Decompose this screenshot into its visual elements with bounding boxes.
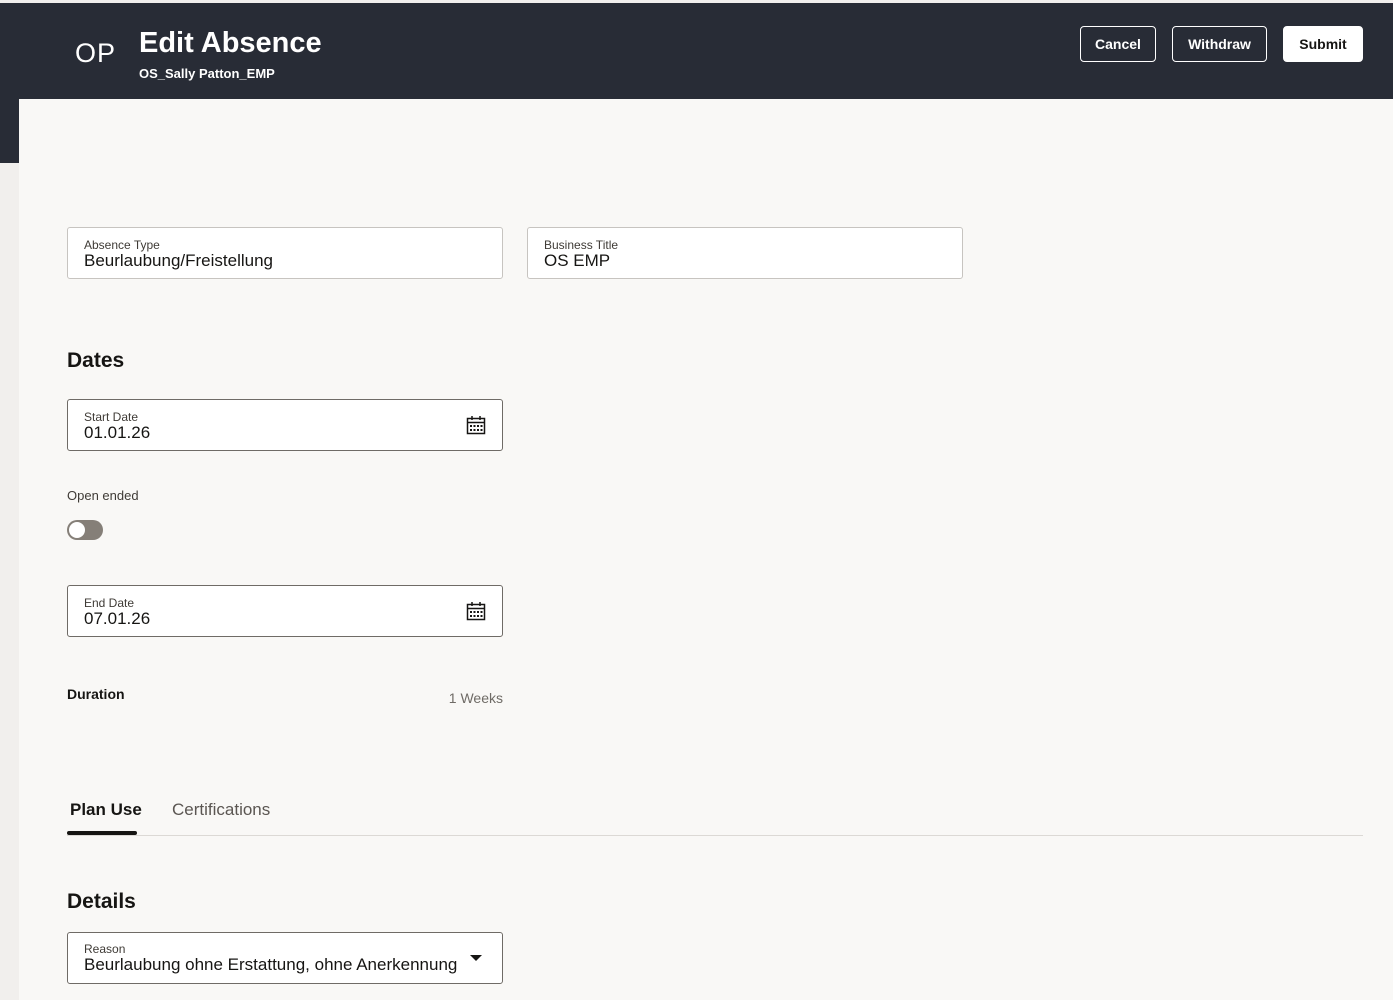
tab-divider [67, 835, 1363, 836]
toggle-knob [69, 522, 85, 538]
start-date-value: 01.01.26 [84, 423, 151, 442]
end-date-label: End Date [84, 596, 135, 610]
open-ended-toggle[interactable] [67, 520, 103, 540]
end-date-value: 07.01.26 [84, 609, 151, 628]
reason-label: Reason [84, 942, 126, 956]
absence-type-value: Beurlaubung/Freistellung [84, 251, 274, 270]
business-title-field: Business Title OS EMP [527, 227, 963, 279]
dates-section-title: Dates [67, 349, 125, 372]
reason-select[interactable]: Reason Beurlaubung ohne Erstattung, ohne… [67, 932, 503, 984]
business-title-label: Business Title [544, 238, 619, 252]
submit-button[interactable]: Submit [1283, 26, 1363, 62]
absence-type-field: Absence Type Beurlaubung/Freistellung [67, 227, 503, 279]
start-date-label: Start Date [84, 410, 139, 424]
absence-type-label: Absence Type [84, 238, 160, 252]
business-title-value: OS EMP [544, 251, 611, 270]
duration-label: Duration [67, 686, 125, 702]
start-date-field[interactable]: Start Date 01.01.26 [67, 399, 503, 451]
page-subtitle: OS_Sally Patton_EMP [139, 66, 275, 81]
calendar-icon[interactable] [466, 601, 486, 621]
details-section-title: Details [67, 890, 136, 913]
calendar-icon[interactable] [466, 415, 486, 435]
page-title: Edit Absence [139, 27, 322, 59]
chevron-down-icon[interactable] [470, 955, 482, 961]
cancel-button[interactable]: Cancel [1080, 26, 1156, 62]
tab-certifications[interactable]: Certifications [172, 800, 270, 820]
open-ended-label: Open ended [67, 488, 139, 503]
reason-value: Beurlaubung ohne Erstattung, ohne Anerke… [84, 955, 458, 974]
avatar: OP [75, 38, 117, 68]
withdraw-button[interactable]: Withdraw [1172, 26, 1267, 62]
tab-plan-use[interactable]: Plan Use [70, 800, 142, 820]
end-date-field[interactable]: End Date 07.01.26 [67, 585, 503, 637]
duration-value: 1 Weeks [448, 690, 503, 706]
